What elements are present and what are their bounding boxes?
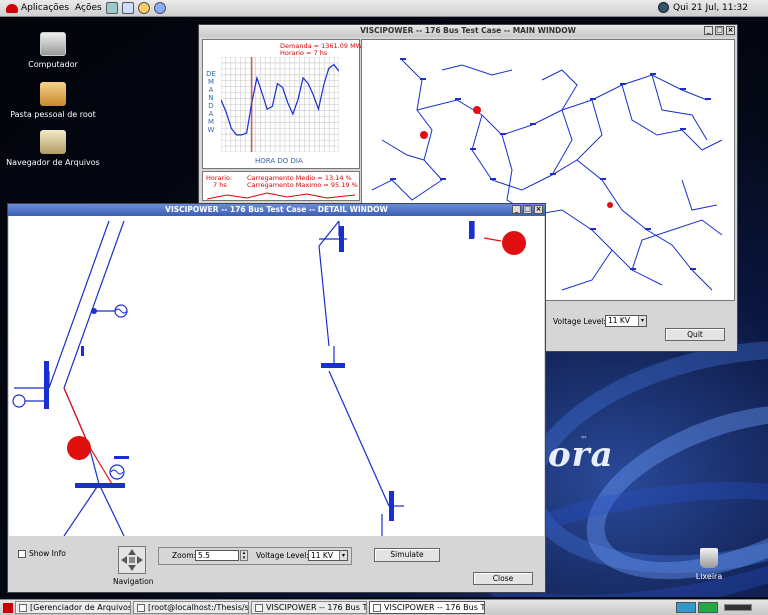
detail-window-title: VISCIPOWER -- 176 Bus Test Case -- DETAI… xyxy=(165,205,388,214)
show-info-label: Show Info xyxy=(29,549,66,558)
applications-label: Aplicações xyxy=(21,3,70,13)
detail-voltage-value: 11 KV xyxy=(311,551,333,560)
close-icon[interactable]: × xyxy=(726,26,735,35)
taskbar-item-viscipower-main[interactable]: VISCIPOWER -- 176 Bus Tes xyxy=(251,601,367,614)
detail-voltage-label: Voltage Level: xyxy=(256,551,309,560)
desktop-icon-label: Pasta pessoal de root xyxy=(10,110,96,119)
workspace-2-icon[interactable] xyxy=(698,602,718,613)
taskbar-item-label: [Gerenciador de Arquivos: roo xyxy=(30,603,131,612)
desktop-icon-computer[interactable]: Computador xyxy=(3,32,103,69)
detail-map-svg xyxy=(12,220,526,537)
computer-icon xyxy=(40,32,66,56)
network-launcher-icon[interactable] xyxy=(153,2,166,14)
desktop-icon-trash[interactable]: Lixeira xyxy=(659,548,759,581)
taskbar-item-label: [root@localhost:/Thesis/src/J xyxy=(148,603,249,612)
navigation-pad[interactable] xyxy=(118,546,146,574)
taskbar: [Gerenciador de Arquivos: roo [root@loca… xyxy=(0,599,768,615)
applications-menu[interactable]: Aplicações xyxy=(6,3,69,13)
main-window-titlebar[interactable]: VISCIPOWER -- 176 Bus Test Case -- MAIN … xyxy=(199,25,737,37)
taskbar-item-label: VISCIPOWER -- 176 Bus Tes xyxy=(266,603,367,612)
main-window-title: VISCIPOWER -- 176 Bus Test Case -- MAIN … xyxy=(360,26,576,35)
actions-label: Ações xyxy=(75,3,102,13)
chevron-down-icon: ▾ xyxy=(339,551,347,560)
close-icon[interactable]: × xyxy=(534,205,543,214)
file-cabinet-icon xyxy=(40,130,66,154)
clock[interactable]: Qui 21 Jul, 11:32 xyxy=(658,2,748,13)
load-max: Carregamento Maximo = 95.19 % xyxy=(247,181,358,189)
desktop-icon-home[interactable]: Pasta pessoal de root xyxy=(3,82,103,119)
trash-icon xyxy=(700,548,718,568)
actions-menu[interactable]: Ações xyxy=(75,3,102,13)
taskbar-item-file-manager[interactable]: [Gerenciador de Arquivos: roo xyxy=(15,601,131,614)
minimize-icon[interactable]: _ xyxy=(512,205,521,214)
minimize-icon[interactable]: _ xyxy=(704,26,713,35)
navigation-arrows-icon xyxy=(121,549,143,571)
maximize-icon[interactable]: □ xyxy=(715,26,724,35)
desktop-icon-label: Lixeira xyxy=(695,572,723,581)
home-launcher-icon[interactable] xyxy=(105,2,118,14)
desktop-icon-label: Computador xyxy=(28,60,78,69)
detail-window-titlebar[interactable]: VISCIPOWER -- 176 Bus Test Case -- DETAI… xyxy=(8,204,545,216)
demand-hour: Horario = 7 hs xyxy=(280,49,328,57)
folder-icon xyxy=(19,603,27,612)
terminal-icon xyxy=(137,603,145,612)
simulate-button[interactable]: Simulate xyxy=(374,548,440,562)
chevron-down-icon: ▾ xyxy=(638,316,646,326)
zoom-stepper[interactable]: ▴ ▾ xyxy=(240,550,248,561)
fedora-logo-trademark: ™ xyxy=(580,435,588,444)
main-voltage-value: 11 KV xyxy=(608,316,630,325)
workspace-pager-icon[interactable] xyxy=(724,604,752,611)
close-button[interactable]: Close xyxy=(473,572,533,585)
demand-chart-panel: Demanda = 1361.09 MW Horario = 7 hs DEMA… xyxy=(202,39,362,169)
main-voltage-label: Voltage Level: xyxy=(553,317,606,326)
load-stats-panel: Horario: 7 hs Carregamento Medio = 13.14… xyxy=(202,171,360,201)
top-panel: Aplicações Ações Qui 21 Jul, 11:32 xyxy=(0,0,768,17)
update-icon[interactable] xyxy=(658,2,670,13)
demand-chart xyxy=(221,57,339,152)
desktop-icon-file-browser[interactable]: Navegador de Arquivos xyxy=(3,130,103,167)
window-icon xyxy=(255,603,263,612)
show-desktop-icon[interactable] xyxy=(3,602,13,613)
detail-window: VISCIPOWER -- 176 Bus Test Case -- DETAI… xyxy=(7,203,546,593)
load-mini-chart xyxy=(207,192,356,200)
detail-map[interactable] xyxy=(9,216,544,537)
navigation-label: Navigation xyxy=(113,577,154,586)
main-voltage-select[interactable]: 11 KV ▾ xyxy=(605,315,647,327)
email-launcher-icon[interactable] xyxy=(121,2,134,14)
browser-launcher-icon[interactable] xyxy=(137,2,150,14)
x-axis-label: HORA DO DIA xyxy=(255,157,303,165)
zoom-label: Zoom: xyxy=(172,551,197,560)
workspace-1-icon[interactable] xyxy=(676,602,696,613)
zoom-input[interactable]: 5.5 xyxy=(195,550,239,561)
clock-text: Qui 21 Jul, 11:32 xyxy=(673,2,748,13)
quit-button[interactable]: Quit xyxy=(665,328,725,341)
maximize-icon[interactable]: □ xyxy=(523,205,532,214)
redhat-icon xyxy=(6,3,18,13)
show-info-checkbox[interactable]: Show Info xyxy=(18,549,66,558)
zoom-value: 5.5 xyxy=(198,551,210,560)
checkbox-box[interactable] xyxy=(18,549,26,558)
home-folder-icon xyxy=(40,82,66,106)
taskbar-item-label: VISCIPOWER -- 176 Bus Te: xyxy=(384,603,485,612)
taskbar-item-viscipower-detail[interactable]: VISCIPOWER -- 176 Bus Te: xyxy=(369,601,485,614)
y-axis-label: DEMANDA MW xyxy=(206,70,216,134)
horario-value: 7 hs xyxy=(213,181,227,189)
detail-voltage-select[interactable]: 11 KV ▾ xyxy=(308,550,348,561)
desktop-icon-label: Navegador de Arquivos xyxy=(6,158,100,167)
window-icon xyxy=(373,603,381,612)
taskbar-item-terminal[interactable]: [root@localhost:/Thesis/src/J xyxy=(133,601,249,614)
